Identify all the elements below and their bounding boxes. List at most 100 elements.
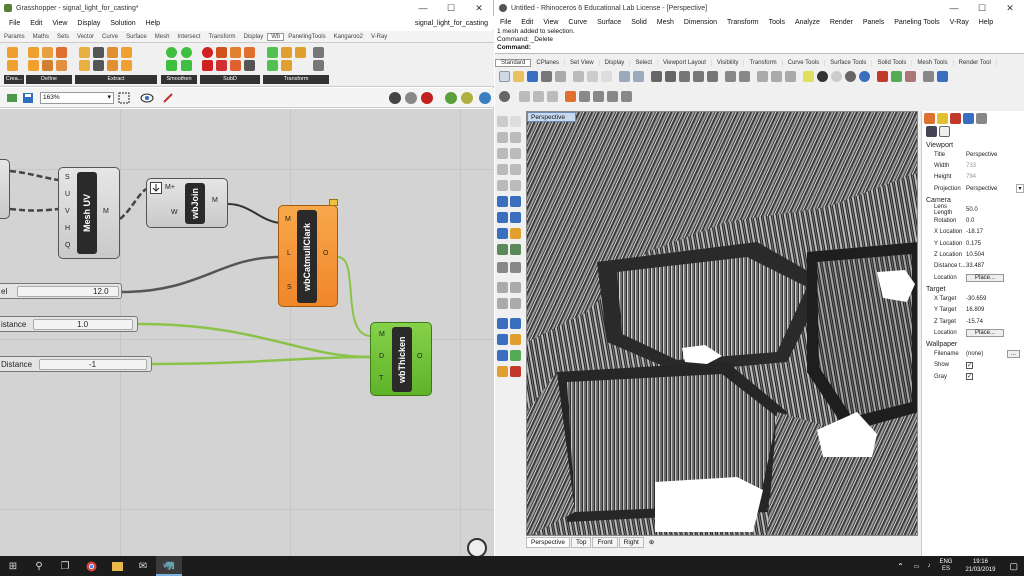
rhino-menu-dimension[interactable]: Dimension [679,19,722,26]
tray-chevron-icon[interactable]: ⌃ [891,562,910,571]
rhino-menu-mesh[interactable]: Mesh [652,19,679,26]
rendered-icon[interactable] [859,71,870,82]
mesh-uv-input-v[interactable]: V [65,208,70,215]
tab-display[interactable]: Display [240,34,268,40]
zoom-extents-icon[interactable] [118,92,130,104]
subd-icon-5[interactable] [202,60,213,71]
thicken-input-t[interactable]: T [379,375,383,382]
zoom-select[interactable]: 163% [40,92,114,104]
wbjoin-component[interactable]: M+ W wbJoin M [146,178,228,228]
extract-icon-6[interactable] [93,60,104,71]
analyze-2-icon[interactable] [510,318,521,329]
snapshot-icon[interactable] [497,350,508,361]
rhino-menu-paneling-tools[interactable]: Paneling Tools [889,19,944,26]
wbjoin-output-m[interactable]: M [212,197,218,204]
zoom-extents-view-icon[interactable] [693,71,704,82]
create-mesh-icon-2[interactable] [7,60,18,71]
prop-dist-value[interactable]: 33.487 [966,263,1024,269]
rotate-view-icon[interactable] [665,71,676,82]
solid-sphere-icon[interactable] [510,212,521,223]
zoom-selected-icon[interactable] [707,71,718,82]
clock[interactable]: 19:16 21/03/2019 [957,558,1003,574]
define-icon-5[interactable] [42,60,53,71]
subd-icon-4[interactable] [244,47,255,58]
prop-xloc-value[interactable]: -18.17 [966,229,1024,235]
four-views-icon[interactable] [725,71,736,82]
prop-ytarget-value[interactable]: 16.809 [966,307,1024,313]
transform-move-icon[interactable] [497,244,508,255]
gh-menu-view[interactable]: View [47,20,72,27]
thicken-input-d[interactable]: D [379,353,384,360]
subd-icon-1[interactable] [202,47,213,58]
tab-params[interactable]: Params [0,34,29,40]
rhino-menu-surface[interactable]: Surface [592,19,626,26]
rhino-menu-edit[interactable]: Edit [516,19,538,26]
tool-4-icon[interactable] [547,91,558,102]
prop-rotation-value[interactable]: 0.0 [966,218,1024,224]
extract-icon-8[interactable] [121,60,132,71]
redo-icon[interactable] [633,71,644,82]
preview-eye-icon[interactable] [140,92,154,104]
open-folder-icon[interactable] [513,71,524,82]
rtab-surface-tools[interactable]: Surface Tools [825,59,873,66]
language-indicator[interactable]: ENG ES [934,559,957,573]
wbcatmullclark-component[interactable]: M L S wbCatmullClark O [278,205,338,307]
tool-5-icon[interactable] [565,91,576,102]
rhino-menu-vray[interactable]: V-Ray [945,19,974,26]
distance-slider-2[interactable]: Distance -1 [0,356,152,372]
transform-icon-2[interactable] [281,47,292,58]
tab-vray[interactable]: V-Ray [367,34,391,40]
rtab-select[interactable]: Select [630,59,658,66]
subd-icon-3[interactable] [230,47,241,58]
partial-component[interactable] [0,159,10,219]
rtab-render-tools[interactable]: Render Tool [954,59,997,66]
viewport-label[interactable]: Perspective [527,112,576,122]
dimension-icon[interactable] [497,262,508,273]
smoothen-icon-2[interactable] [181,47,192,58]
add-viewport-icon[interactable]: ⊕ [645,537,658,548]
misc-tool-2-icon[interactable] [510,366,521,377]
tool-7-icon[interactable] [593,91,604,102]
camera-icon[interactable] [510,350,521,361]
trim-icon[interactable] [497,282,508,293]
rhino-menu-file[interactable]: File [495,19,516,26]
extract-icon-7[interactable] [107,60,118,71]
sketch-pen-icon[interactable] [162,92,174,104]
mesh-uv-input-u[interactable]: U [65,191,70,198]
bake-icon[interactable] [444,91,458,105]
extract-icon-5[interactable] [79,60,90,71]
network-icon[interactable]: ▭ [910,563,924,570]
viewport-tab-right[interactable]: Right [618,537,644,548]
camera-tab-icon[interactable] [926,126,937,137]
lighting-icon[interactable] [510,334,521,345]
command-prompt[interactable]: Command: [495,44,1024,52]
mesh-uv-component[interactable]: S U V H Q Mesh UV M [58,167,120,259]
mesh-icon[interactable] [497,228,508,239]
prop-projection-select[interactable]: Perspective [966,186,1016,192]
chrome-icon[interactable] [78,556,104,576]
misc-tool-1-icon[interactable] [497,366,508,377]
properties-icon[interactable] [817,71,828,82]
help-icon[interactable] [937,71,948,82]
pan-icon[interactable] [651,71,662,82]
prop-title-value[interactable]: Perspective [966,152,1024,158]
rtab-viewport-layout[interactable]: Viewport Layout [658,59,712,66]
rectangle-icon[interactable] [497,180,508,191]
tab-surface[interactable]: Surface [122,34,151,40]
tab-sets[interactable]: Sets [53,34,73,40]
mesh-uv-input-h[interactable]: H [65,225,70,232]
define-icon-2[interactable] [42,47,53,58]
paste-icon[interactable] [601,71,612,82]
prop-yloc-value[interactable]: 0.175 [966,241,1024,247]
prop-zloc-value[interactable]: 10.504 [966,252,1024,258]
rtab-curve-tools[interactable]: Curve Tools [783,59,826,66]
globe-icon[interactable] [478,91,492,105]
subd-icon-6[interactable] [216,60,227,71]
prop-lens-value[interactable]: 50.0 [966,207,1024,213]
viewport-tab-perspective[interactable]: Perspective [526,537,570,548]
tool-2-icon[interactable] [519,91,530,102]
transform-icon-7[interactable] [313,60,324,71]
rtab-solid-tools[interactable]: Solid Tools [872,59,913,66]
gh-menu-file[interactable]: File [4,20,25,27]
gh-menu-solution[interactable]: Solution [105,20,140,27]
